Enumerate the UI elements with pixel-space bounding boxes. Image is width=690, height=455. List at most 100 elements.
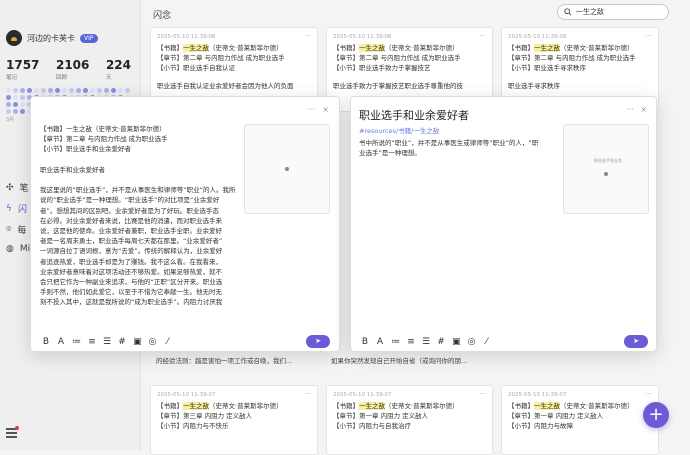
mention-icon[interactable]: ◎ [149,337,157,347]
heatmap-cell [6,95,11,100]
hashtag-icon[interactable]: # [118,337,126,347]
card-body: 职业选手寻求秩序 [508,82,560,90]
stat-label: 天 [105,75,112,81]
more-icon[interactable]: ··· [626,105,634,114]
location-icon: ⌾ [6,224,12,235]
page-title: 闪念 [153,11,172,21]
globe-icon: ◍ [6,244,14,254]
bold-icon[interactable]: B [42,337,50,347]
heatmap-cell [13,109,18,114]
card-line-book: 【书籍】一生之敌（史蒂文·普莱斯菲尔德） [333,402,459,410]
heatmap-cell [6,102,11,107]
card-line-book: 【书籍】一生之敌（史蒂文·普莱斯菲尔德） [508,402,634,410]
stat-num: 1757 [6,58,40,72]
hashtag-icon[interactable]: # [437,337,445,347]
heatmap-cell [83,88,88,93]
editor-line: 手则不然，他们如此爱它，以至于不惜为它奉献一生。他无时无 [40,288,222,297]
sidebar-item-notes[interactable]: ✣ 笔 [6,181,29,195]
stat-notes: 1757 笔记 [6,58,39,81]
more-icon[interactable]: ··· [645,390,652,398]
mention-icon[interactable]: ◎ [468,337,476,347]
note-card[interactable]: ··· 2025-05-10 11:39:07 【书籍】一生之敌（史蒂文·普莱斯… [150,385,318,455]
note-detail-popup[interactable]: ··· × 职业选手和业余爱好者 #resources/书籍/一生之敌 书中所说… [350,96,657,352]
profile[interactable]: 河边的卡芙卡 VIP [6,30,98,46]
card-peek-text: 的经验法则：越是害怕一项工作或召唤，我们... [156,357,293,365]
more-icon[interactable]: ··· [307,105,315,114]
heatmap-cell [20,88,25,93]
avatar[interactable] [6,30,22,46]
card-date: 2025-05-10 11:39:08 [333,34,392,40]
checklist-icon[interactable]: ☰ [103,337,111,347]
sidebar-item-flash[interactable]: ϟ闪 [6,202,27,216]
card-line-chapter: 【章节】第二章 与内阻力作战 成为职业选手 [508,54,636,62]
highlight-icon[interactable]: A [376,337,384,347]
note-card[interactable]: ··· 2025-05-10 11:39:07 【书籍】一生之敌（史蒂文·普莱斯… [326,385,493,455]
heatmap-cell [41,88,46,93]
editor-line: 业余爱好者意味着对这项活动还不够热爱。如果足够热爱，就不 [40,267,222,276]
sidebar-item-daily[interactable]: ⌾ 每 [6,223,26,237]
card-date: 2025-05-10 11:39:08 [157,34,216,40]
editor-line: 者”。想想其间的区别吧。业余爱好者是为了好玩。职业选手态 [40,206,219,215]
card-line-chapter: 【章节】第二章 与内阻力作战 成为职业选手 [333,54,461,62]
highlight-icon[interactable]: A [57,337,65,347]
editor-content[interactable]: 【书籍】一生之敌（史蒂文·普莱斯菲尔德） 【章节】第二章 与内阻力作战 成为职业选… [40,124,240,308]
card-line-chapter: 【章节】第二章 与内阻力作战 成为职业选手 [157,54,285,62]
heatmap-cell [90,88,95,93]
image-icon[interactable]: ▣ [452,337,461,347]
editor-line: 一词源自拉丁语词根，意为“去爱”。传统的解释认为，业余爱好 [40,247,223,256]
send-button[interactable]: ➤ [624,335,648,348]
note-tag[interactable]: #resources/书籍/一生之敌 [359,125,439,135]
ordered-list-icon[interactable]: ≡ [88,337,96,347]
magic-icon[interactable]: ⁄ [164,337,172,347]
note-card[interactable]: ··· 2025-05-10 11:39:07 【书籍】一生之敌（史蒂文·普莱斯… [501,385,659,455]
close-icon[interactable]: × [322,105,329,114]
search-icon [564,8,572,16]
close-icon[interactable]: × [640,105,647,114]
heatmap-cell [6,88,11,93]
heatmap-cell [6,109,11,114]
card-line-book: 【书籍】一生之敌（史蒂文·普莱斯菲尔德） [508,44,634,52]
more-icon[interactable]: ··· [479,390,486,398]
bullet-list-icon[interactable]: ≔ [72,337,81,347]
magic-icon[interactable]: ⁄ [483,337,491,347]
menu-icon[interactable] [6,426,19,438]
image-icon[interactable]: ▣ [133,337,142,347]
editor-line: 者追逐热爱，职业选手却是为了赚钱。我不这么看。在我看来， [40,257,222,266]
heatmap-cell [27,88,32,93]
bullet-list-icon[interactable]: ≔ [391,337,400,347]
embedded-card-thumbnail[interactable]: 职业选手和业余... [563,124,649,214]
body-line: 业选手”是一种理想。 [359,149,421,158]
heatmap-cell [55,88,60,93]
note-editor-popup[interactable]: ··· × 【书籍】一生之敌（史蒂文·普莱斯菲尔德） 【章节】第二章 与内阻力作战… [30,96,340,352]
card-line-chapter: 【章节】第一章 内阻力 定义敌人 [333,412,429,420]
checklist-icon[interactable]: ☰ [422,337,430,347]
heatmap-cell [111,88,116,93]
sidebar-item-mi[interactable]: ◍ Mi [6,244,30,254]
search-input[interactable]: 一生之敌 [557,4,669,20]
heatmap-cell [13,95,18,100]
send-button[interactable]: ➤ [306,335,330,348]
editor-line [40,155,240,165]
heatmap-cell [34,88,39,93]
add-note-button[interactable]: + [643,402,669,428]
more-icon[interactable]: ··· [304,390,311,398]
card-line-book: 【书籍】一生之敌（史蒂文·普莱斯菲尔德） [157,44,283,52]
heatmap-cell [69,88,74,93]
username: 河边的卡芙卡 [27,33,75,43]
more-icon[interactable]: ··· [304,32,311,40]
bold-icon[interactable]: B [361,337,369,347]
embedded-card-thumbnail[interactable] [244,124,330,214]
more-icon[interactable]: ··· [479,32,486,40]
ordered-list-icon[interactable]: ≡ [407,337,415,347]
more-icon[interactable]: ··· [645,32,652,40]
editor-line: 者是一名周末勇士，职业选手每周七天都在那里。“业余爱好者” [40,237,223,246]
heatmap-cell [13,88,18,93]
editor-line: 会只把它作为一种副业来追求，与他的“正职”区分开来。职业选 [40,278,223,287]
card-date: 2025-05-10 11:39:07 [333,392,392,398]
sidebar-item-label: 笔 [19,184,29,194]
card-line-section: 【小节】职业选手致力于掌握技艺 [333,64,431,72]
sidebar-item-label: 闪 [17,205,27,215]
heatmap-cell [76,88,81,93]
note-title: 职业选手和业余爱好者 [359,109,469,122]
flash-icon: ϟ [6,203,12,214]
